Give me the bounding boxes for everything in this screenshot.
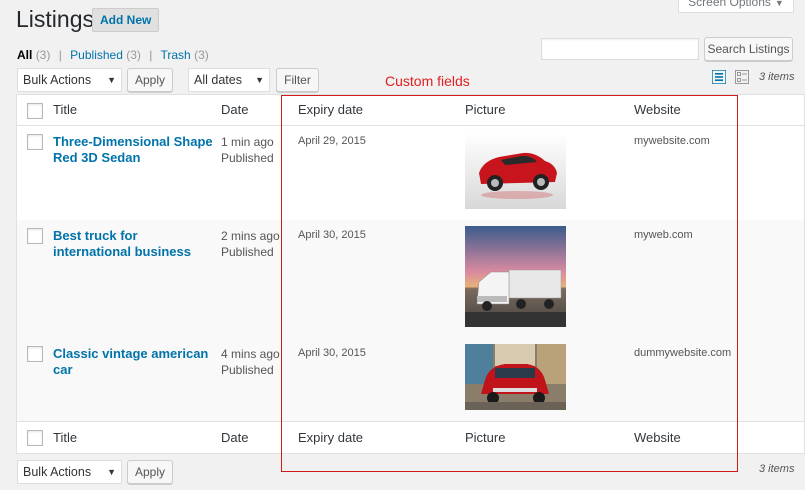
screen-options-label: Screen Options: [688, 0, 771, 9]
apply-button[interactable]: Apply: [127, 68, 173, 92]
caret-down-icon: ▼: [774, 0, 784, 8]
separator: |: [58, 48, 62, 62]
dropdown-arrow-icon: ▼: [107, 467, 116, 477]
listing-title-link[interactable]: Three-Dimensional Shape Red 3D Sedan: [53, 134, 213, 166]
search-input[interactable]: [541, 38, 699, 60]
listing-title-link[interactable]: Classic vintage american car: [53, 346, 213, 378]
date-filter-value: All dates: [194, 73, 242, 87]
view-published-count: (3): [126, 48, 141, 62]
select-all-checkbox[interactable]: [27, 430, 43, 446]
add-new-button[interactable]: Add New: [92, 8, 160, 32]
status-text: Published: [221, 245, 274, 259]
view-trash-link[interactable]: Trash: [161, 48, 191, 62]
view-published-link[interactable]: Published: [70, 48, 123, 62]
row-checkbox[interactable]: [27, 228, 43, 244]
column-title[interactable]: Title: [53, 430, 77, 445]
row-checkbox[interactable]: [27, 134, 43, 150]
custom-fields-highlight-box: [281, 95, 738, 472]
dropdown-arrow-icon: ▼: [107, 75, 116, 85]
status-text: Published: [221, 151, 274, 165]
page-title: Listings: [16, 6, 94, 32]
separator: |: [149, 48, 153, 62]
filter-button[interactable]: Filter: [276, 68, 319, 92]
listing-title-link[interactable]: Best truck for international business: [53, 228, 213, 260]
date-ago: 2 mins ago: [221, 229, 280, 243]
status-filter-links: All (3) | Published (3) | Trash (3): [17, 48, 209, 62]
items-count: 3 items: [759, 71, 795, 83]
bulk-actions-value: Bulk Actions: [23, 465, 92, 479]
bulk-actions-select[interactable]: Bulk Actions ▼: [17, 68, 122, 92]
custom-fields-annotation: Custom fields: [385, 73, 470, 89]
row-checkbox[interactable]: [27, 346, 43, 362]
excerpt-view-icon[interactable]: [735, 70, 749, 84]
column-date[interactable]: Date: [221, 430, 248, 445]
status-text: Published: [221, 363, 274, 377]
view-all-count: (3): [35, 48, 51, 62]
items-count: 3 items: [759, 463, 795, 475]
apply-button[interactable]: Apply: [127, 460, 173, 484]
column-title[interactable]: Title: [53, 102, 77, 117]
date-ago: 1 min ago: [221, 135, 274, 149]
select-all-checkbox[interactable]: [27, 103, 43, 119]
view-all-link[interactable]: All: [17, 48, 32, 62]
bulk-actions-value: Bulk Actions: [23, 73, 92, 87]
bulk-actions-select[interactable]: Bulk Actions ▼: [17, 460, 122, 484]
search-listings-button[interactable]: Search Listings: [704, 37, 793, 61]
date-filter-select[interactable]: All dates ▼: [188, 68, 270, 92]
dropdown-arrow-icon: ▼: [255, 75, 264, 85]
screen-options-button[interactable]: Screen Options ▼: [678, 0, 794, 13]
date-ago: 4 mins ago: [221, 347, 280, 361]
view-trash-count: (3): [194, 48, 209, 62]
list-view-icon[interactable]: [712, 70, 726, 84]
column-date[interactable]: Date: [221, 102, 248, 117]
